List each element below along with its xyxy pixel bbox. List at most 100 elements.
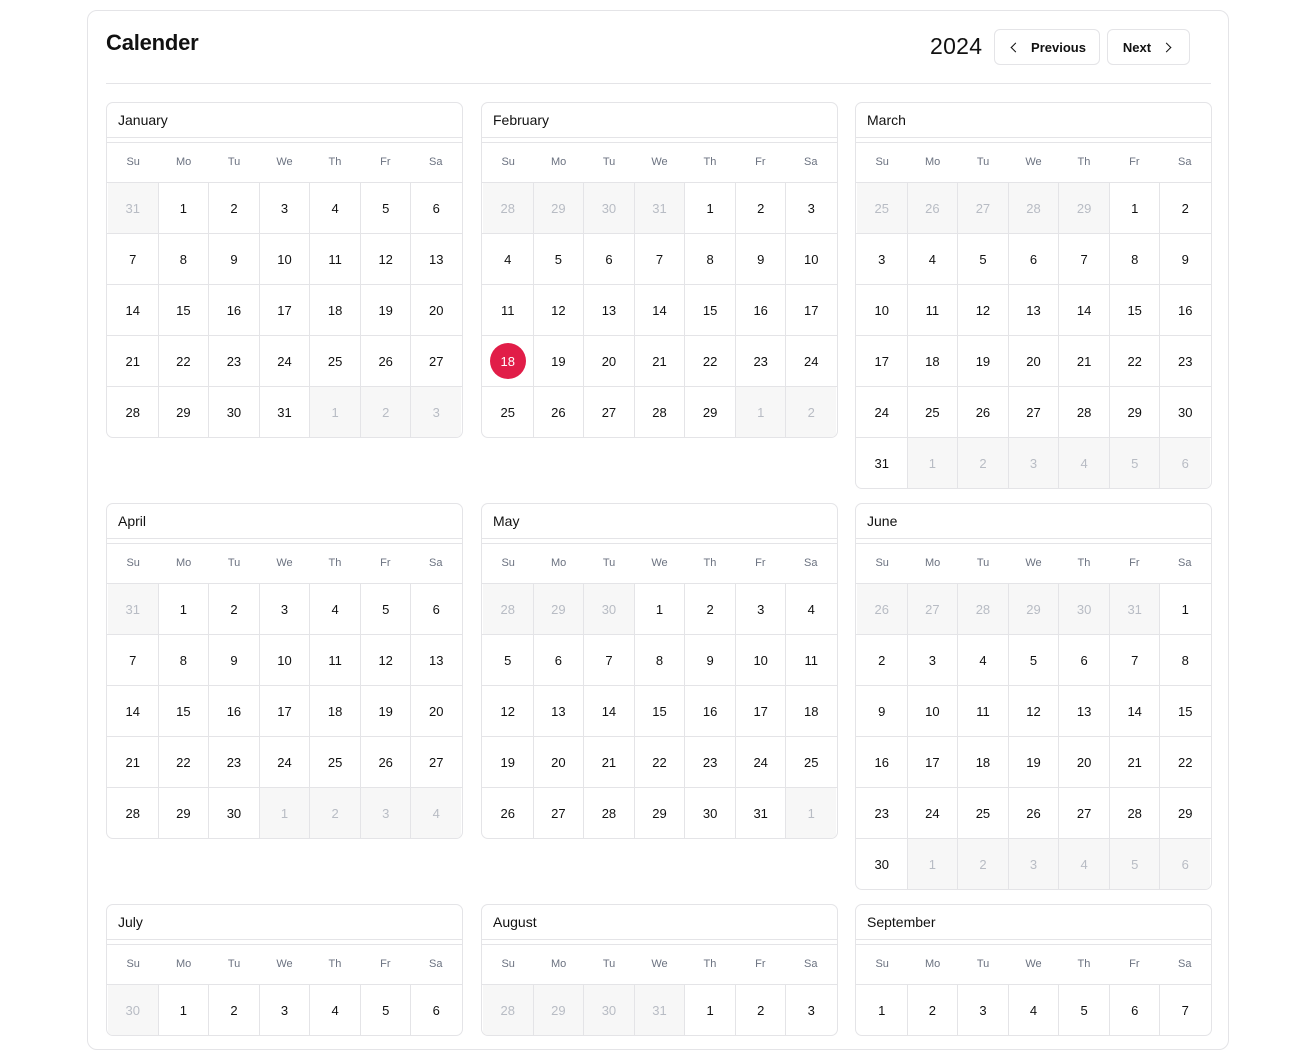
day-cell[interactable]: 19 <box>361 686 412 736</box>
day-cell[interactable]: 5 <box>1059 985 1110 1035</box>
day-cell-outside-month[interactable]: 1 <box>786 788 837 838</box>
day-cell-outside-month[interactable]: 3 <box>1008 438 1060 488</box>
day-cell[interactable]: 10 <box>736 635 787 685</box>
day-cell[interactable]: 13 <box>1059 686 1110 736</box>
day-cell[interactable]: 3 <box>260 584 311 634</box>
day-cell[interactable]: 21 <box>1059 336 1110 386</box>
day-cell[interactable]: 18 <box>310 686 361 736</box>
day-cell[interactable]: 17 <box>908 737 959 787</box>
day-cell[interactable]: 16 <box>685 686 736 736</box>
day-cell[interactable]: 3 <box>260 183 311 233</box>
day-cell[interactable]: 31 <box>857 438 908 488</box>
day-cell-outside-month[interactable]: 31 <box>1109 584 1161 634</box>
day-cell[interactable]: 29 <box>635 788 686 838</box>
day-cell[interactable]: 23 <box>857 788 908 838</box>
day-cell[interactable]: 13 <box>584 285 635 335</box>
day-cell[interactable]: 1 <box>159 183 210 233</box>
day-cell[interactable]: 5 <box>361 183 412 233</box>
day-cell[interactable]: 27 <box>584 387 635 437</box>
day-cell[interactable]: 25 <box>483 387 534 437</box>
day-cell[interactable]: 3 <box>786 985 836 1035</box>
day-cell[interactable]: 1 <box>159 985 210 1035</box>
day-cell[interactable]: 14 <box>108 285 159 335</box>
day-cell[interactable]: 3 <box>736 584 787 634</box>
day-cell[interactable]: 5 <box>958 234 1009 284</box>
day-cell[interactable]: 3 <box>857 234 908 284</box>
day-cell[interactable]: 12 <box>361 234 412 284</box>
day-cell[interactable]: 1 <box>635 584 686 634</box>
day-cell[interactable]: 21 <box>108 336 159 386</box>
day-cell[interactable]: 3 <box>958 985 1009 1035</box>
previous-button[interactable]: Previous <box>994 29 1100 65</box>
day-cell[interactable]: 20 <box>584 336 635 386</box>
day-cell-outside-month[interactable]: 2 <box>360 387 412 437</box>
day-cell-outside-month[interactable]: 2 <box>310 788 361 838</box>
day-cell[interactable]: 13 <box>1009 285 1060 335</box>
day-cell-outside-month[interactable]: 1 <box>907 438 959 488</box>
day-cell[interactable]: 18 <box>786 686 836 736</box>
day-cell[interactable]: 24 <box>857 387 908 437</box>
day-cell[interactable]: 5 <box>534 234 585 284</box>
day-cell[interactable]: 20 <box>1009 336 1060 386</box>
day-cell[interactable]: 27 <box>411 737 461 787</box>
day-cell[interactable]: 18 <box>958 737 1009 787</box>
day-cell[interactable]: 4 <box>958 635 1009 685</box>
day-cell[interactable]: 22 <box>1110 336 1161 386</box>
day-cell[interactable]: 20 <box>411 285 461 335</box>
day-cell-outside-month[interactable]: 28 <box>958 584 1009 634</box>
day-cell[interactable]: 1 <box>857 985 908 1035</box>
day-cell-outside-month[interactable]: 29 <box>533 183 585 233</box>
day-cell[interactable]: 13 <box>534 686 585 736</box>
day-cell[interactable]: 25 <box>908 387 959 437</box>
day-cell-outside-month[interactable]: 29 <box>533 985 585 1035</box>
day-cell[interactable]: 26 <box>958 387 1009 437</box>
day-cell[interactable]: 13 <box>411 234 461 284</box>
day-cell[interactable]: 17 <box>736 686 787 736</box>
day-cell-outside-month[interactable]: 6 <box>1160 438 1211 488</box>
next-button[interactable]: Next <box>1107 29 1190 65</box>
day-cell[interactable]: 1 <box>159 584 210 634</box>
day-cell[interactable]: 26 <box>534 387 585 437</box>
day-cell-outside-month[interactable]: 27 <box>907 584 959 634</box>
day-cell[interactable]: 22 <box>159 336 210 386</box>
day-cell[interactable]: 7 <box>635 234 686 284</box>
day-cell[interactable]: 11 <box>958 686 1009 736</box>
day-cell[interactable]: 9 <box>1160 234 1210 284</box>
day-cell[interactable]: 10 <box>857 285 908 335</box>
day-cell[interactable]: 26 <box>483 788 534 838</box>
day-cell[interactable]: 3 <box>260 985 311 1035</box>
day-cell[interactable]: 6 <box>1110 985 1161 1035</box>
day-cell-outside-month[interactable]: 31 <box>108 584 159 634</box>
day-cell[interactable]: 24 <box>786 336 836 386</box>
day-cell[interactable]: 17 <box>786 285 836 335</box>
day-cell[interactable]: 21 <box>635 336 686 386</box>
day-cell-outside-month[interactable]: 4 <box>1059 839 1110 889</box>
day-cell[interactable]: 22 <box>159 737 210 787</box>
day-cell[interactable]: 15 <box>1110 285 1161 335</box>
day-cell[interactable]: 25 <box>310 336 361 386</box>
day-cell[interactable]: 12 <box>361 635 412 685</box>
day-cell-outside-month[interactable]: 6 <box>1160 839 1211 889</box>
day-cell-outside-month[interactable]: 26 <box>907 183 959 233</box>
day-cell[interactable]: 31 <box>736 788 787 838</box>
day-cell[interactable]: 23 <box>209 336 260 386</box>
day-cell[interactable]: 4 <box>310 183 361 233</box>
day-cell[interactable]: 18 <box>310 285 361 335</box>
day-cell[interactable]: 27 <box>1059 788 1110 838</box>
day-cell[interactable]: 19 <box>483 737 534 787</box>
day-cell[interactable]: 23 <box>209 737 260 787</box>
day-cell[interactable]: 29 <box>1160 788 1210 838</box>
day-cell[interactable]: 8 <box>159 635 210 685</box>
day-cell[interactable]: 6 <box>411 985 461 1035</box>
day-cell[interactable]: 3 <box>908 635 959 685</box>
day-cell-outside-month[interactable]: 30 <box>584 584 635 634</box>
day-cell-outside-month[interactable]: 30 <box>108 985 159 1035</box>
day-cell[interactable]: 11 <box>310 635 361 685</box>
day-cell[interactable]: 11 <box>310 234 361 284</box>
day-cell[interactable]: 18 <box>908 336 959 386</box>
day-cell-outside-month[interactable]: 1 <box>259 788 311 838</box>
day-cell[interactable]: 24 <box>736 737 787 787</box>
day-cell[interactable]: 16 <box>857 737 908 787</box>
day-cell[interactable]: 8 <box>159 234 210 284</box>
day-cell-today[interactable]: 18 <box>483 336 534 386</box>
